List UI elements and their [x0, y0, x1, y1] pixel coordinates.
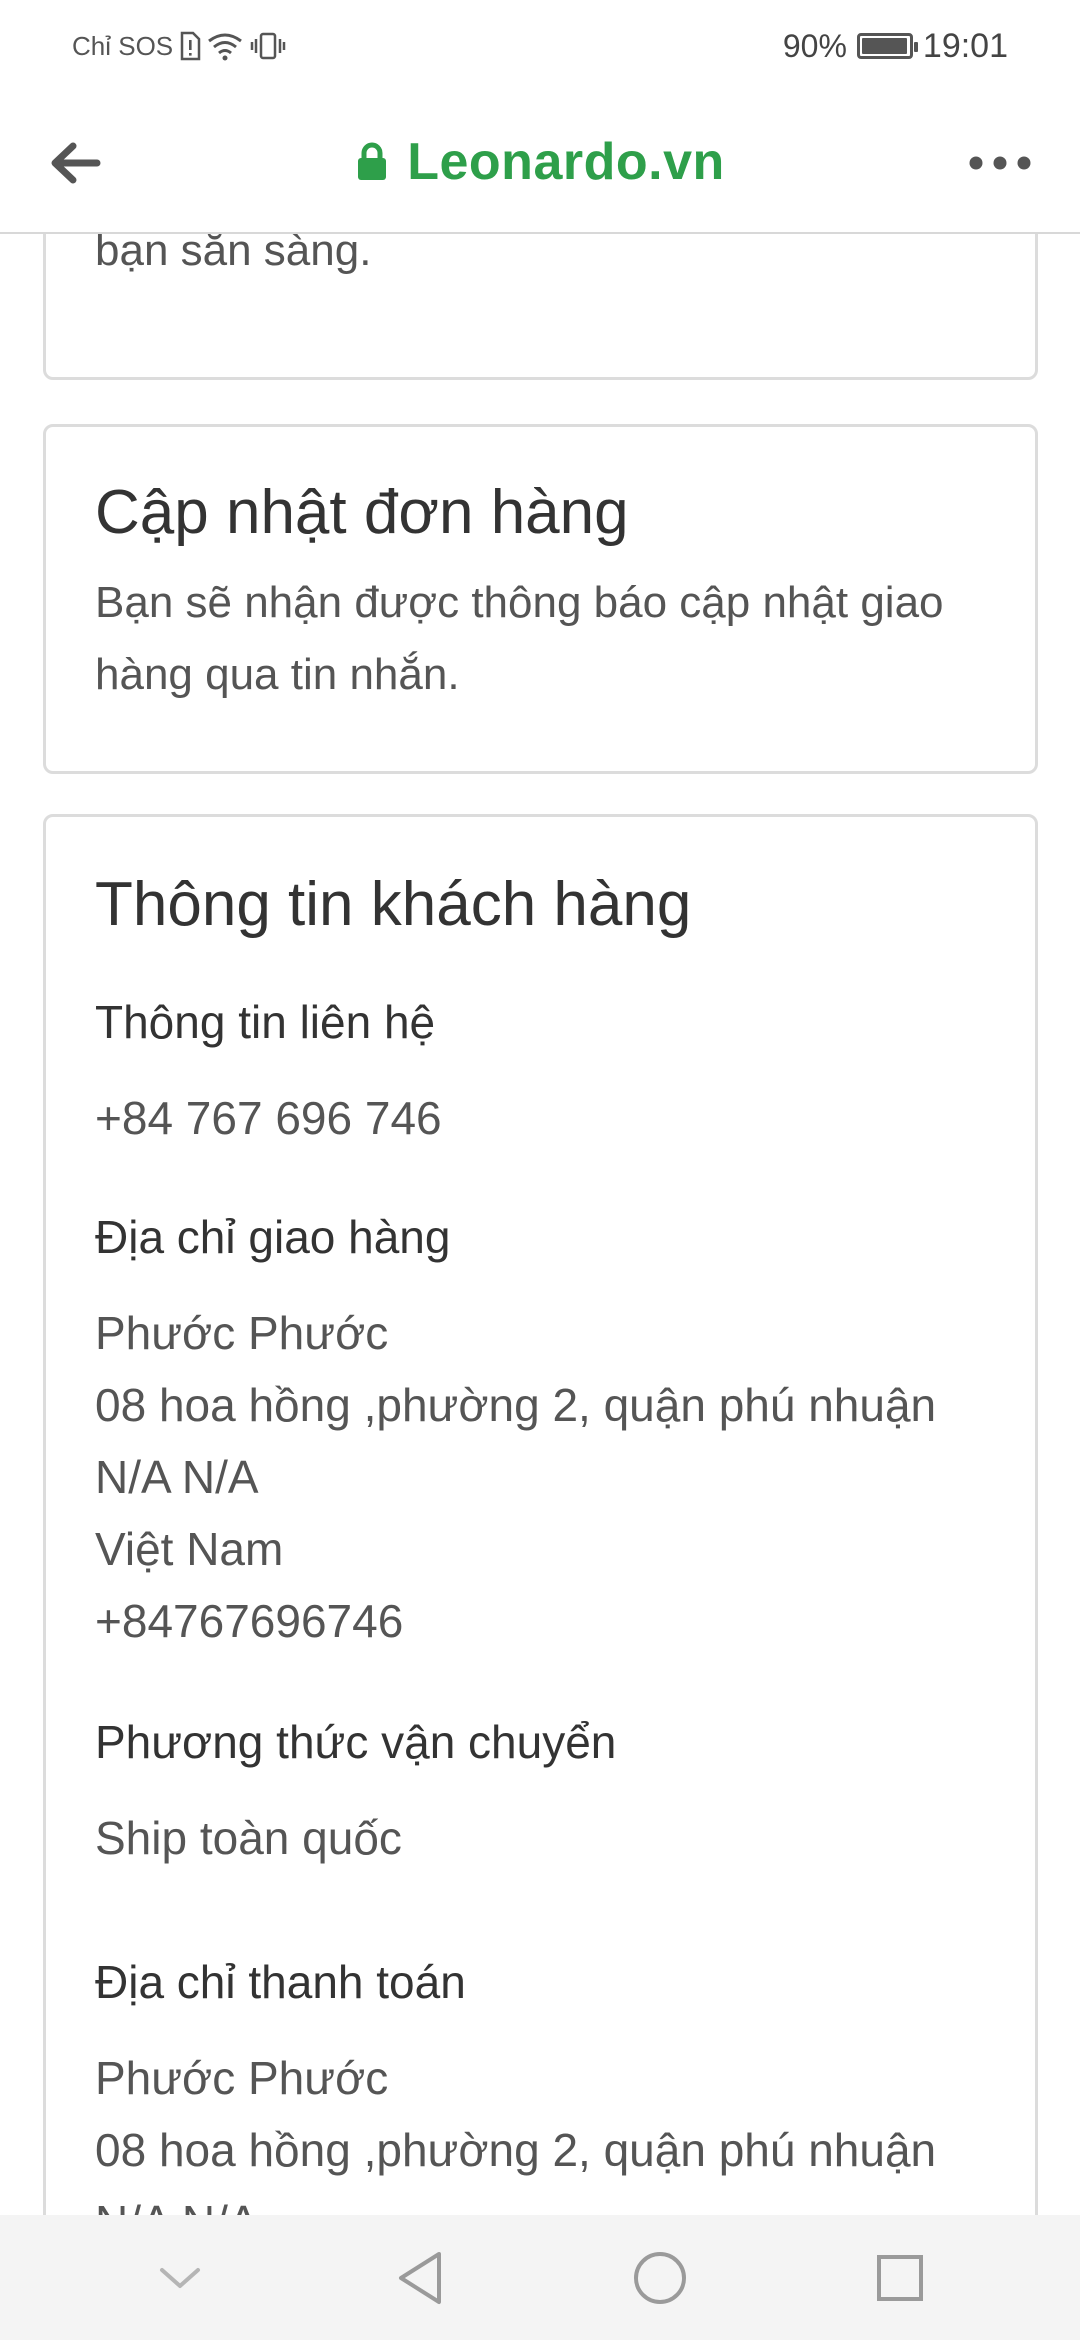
chevron-down-icon: [160, 2267, 200, 2288]
status-left: Chỉ SOS: [72, 28, 287, 64]
browser-top-bar: Leonardo.vn: [0, 92, 1080, 234]
shipping-country: Việt Nam: [95, 1523, 284, 1575]
shipping-address-label: Địa chỉ giao hàng: [95, 1211, 451, 1263]
order-update-card: Cập nhật đơn hàng Bạn sẽ nhận được thông…: [43, 424, 1038, 774]
status-bar: Chỉ SOS 90% 19:01: [0, 0, 1080, 92]
billing-address-section: Địa chỉ thanh toán Phước Phước 08 hoa hồ…: [95, 1952, 1005, 2215]
battery-icon: [856, 33, 918, 59]
contact-info-section: Thông tin liên hệ +84 767 696 746: [95, 992, 1005, 1154]
shipping-name: Phước Phước: [95, 1307, 389, 1359]
sim-alert-icon: [180, 31, 201, 61]
nav-home-button[interactable]: [615, 2233, 705, 2323]
clock: 19:01: [922, 26, 1008, 65]
customer-info-card: Thông tin khách hàng Thông tin liên hệ +…: [43, 814, 1038, 2215]
customer-info-title: Thông tin khách hàng: [95, 870, 692, 939]
carrier-text: Chỉ SOS: [72, 30, 174, 61]
nav-back-button[interactable]: [375, 2233, 465, 2323]
more-horizontal-icon: [969, 156, 1031, 170]
system-nav-bar: [0, 2215, 1080, 2340]
contact-phone: +84 767 696 746: [95, 1092, 442, 1144]
home-circle-icon: [634, 2251, 686, 2304]
hide-keyboard-button[interactable]: [135, 2233, 225, 2323]
more-menu-button[interactable]: [960, 128, 1040, 198]
billing-region: N/A N/A: [95, 2186, 1005, 2215]
shipping-method-label: Phương thức vận chuyển: [95, 1716, 617, 1768]
recents-square-icon: [877, 2254, 923, 2301]
url-bar[interactable]: Leonardo.vn: [0, 122, 1080, 202]
lock-icon: [358, 142, 387, 180]
back-triangle-icon: [399, 2251, 441, 2304]
shipping-phone: +84767696746: [95, 1595, 404, 1647]
order-update-title: Cập nhật đơn hàng: [95, 478, 629, 547]
billing-address-label: Địa chỉ thanh toán: [95, 1956, 466, 2008]
vibrate-icon: [250, 32, 286, 60]
shipping-address-section: Địa chỉ giao hàng Phước Phước 08 hoa hồn…: [95, 1207, 1005, 1657]
billing-name: Phước Phước: [95, 2052, 389, 2104]
battery-fill: [861, 38, 907, 54]
shipping-region: N/A N/A: [95, 1451, 259, 1503]
order-update-text: Bạn sẽ nhận được thông báo cập nhật giao…: [95, 578, 944, 699]
battery-percent: 90%: [782, 27, 847, 64]
status-right: 90% 19:01: [783, 24, 1008, 68]
shipping-method-value: Ship toàn quốc: [95, 1812, 402, 1864]
shipping-street: 08 hoa hồng ,phường 2, quận phú nhuận: [95, 1379, 937, 1431]
billing-street: 08 hoa hồng ,phường 2, quận phú nhuận: [95, 2124, 937, 2176]
shipping-method-section: Phương thức vận chuyển Ship toàn quốc: [95, 1712, 1005, 1874]
contact-info-label: Thông tin liên hệ: [95, 996, 436, 1048]
url-text: Leonardo.vn: [407, 133, 725, 191]
wifi-icon: [208, 33, 243, 61]
page-content[interactable]: Bạn sẽ nhận được tin nhắn khi đơn hàng c…: [0, 150, 1080, 2215]
nav-recents-button[interactable]: [855, 2233, 945, 2323]
